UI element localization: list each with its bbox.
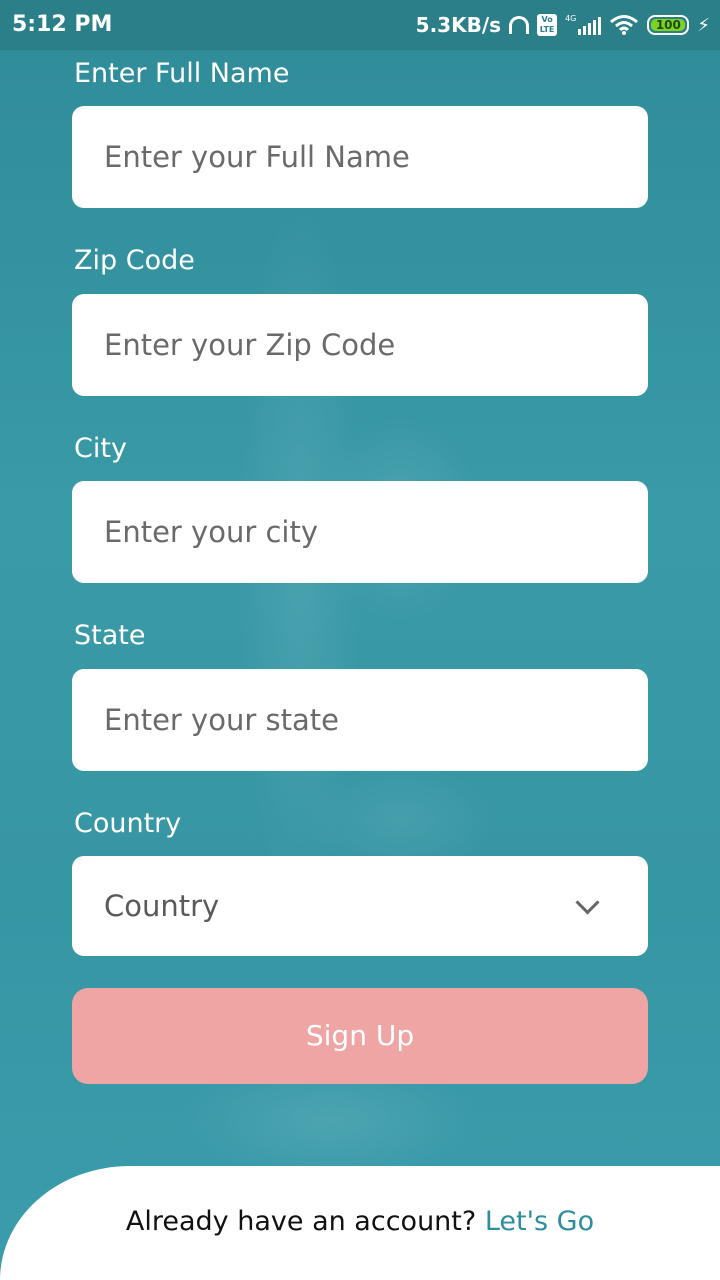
headset-icon — [509, 16, 530, 34]
lets-go-link[interactable]: Let's Go — [485, 1206, 594, 1237]
battery-icon: 100 — [647, 15, 690, 35]
volte-bottom-text: LTE — [539, 25, 555, 34]
city-field[interactable] — [72, 481, 648, 583]
state-input[interactable] — [104, 669, 584, 771]
full-name-label: Enter Full Name — [74, 58, 290, 89]
zip-code-input[interactable] — [104, 294, 584, 396]
status-icons: 5.3KB/s Vo LTE 4G 100 ⚡ — [416, 10, 710, 40]
wifi-icon — [609, 14, 639, 36]
zip-code-field[interactable] — [72, 294, 648, 396]
network-speed: 5.3KB/s — [415, 13, 502, 37]
volte-icon: Vo LTE — [537, 14, 558, 36]
country-select-value: Country — [104, 889, 220, 923]
login-prompt-text: Already have an account? — [125, 1206, 477, 1237]
sign-up-button[interactable]: Sign Up — [72, 988, 648, 1084]
country-select[interactable]: Country — [72, 856, 648, 956]
network-type: 4G — [565, 14, 577, 23]
state-label: State — [74, 620, 146, 651]
status-time: 5:12 PM — [12, 12, 113, 37]
state-field[interactable] — [72, 669, 648, 771]
signal-icon: 4G — [565, 14, 602, 35]
full-name-field[interactable] — [72, 106, 648, 208]
volte-top-text: Vo — [541, 15, 553, 24]
city-label: City — [74, 433, 127, 464]
city-input[interactable] — [104, 481, 584, 583]
full-name-input[interactable] — [104, 106, 584, 208]
login-prompt: Already have an account? Let's Go — [0, 1206, 720, 1237]
footer-panel: Already have an account? Let's Go — [0, 1166, 720, 1280]
zip-code-label: Zip Code — [74, 245, 195, 276]
battery-level: 100 — [651, 19, 686, 31]
status-bar: 5:12 PM 5.3KB/s Vo LTE 4G 100 ⚡ — [0, 0, 720, 50]
country-label: Country — [74, 808, 182, 839]
charging-icon: ⚡ — [697, 14, 710, 36]
